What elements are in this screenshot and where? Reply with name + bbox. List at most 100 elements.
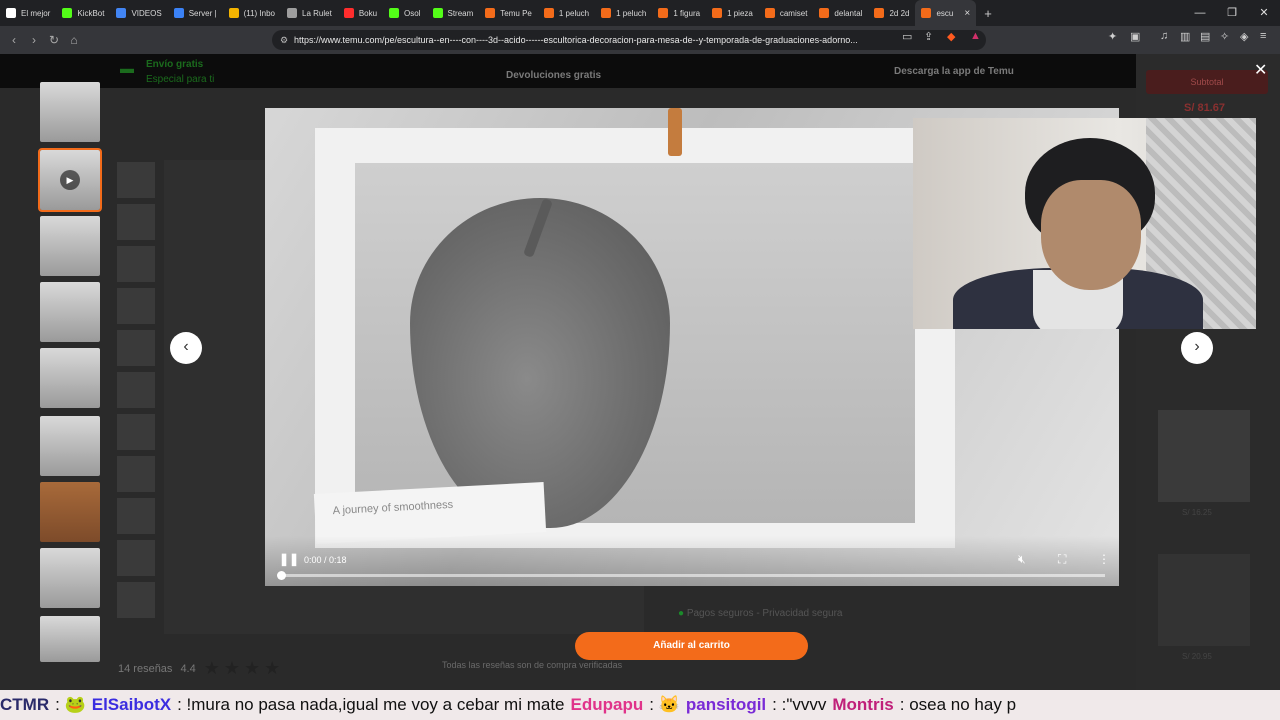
more-options-icon[interactable]: ⋮ (1098, 552, 1110, 566)
mini-thumb[interactable] (117, 204, 155, 240)
gallery-thumb[interactable] (40, 282, 100, 342)
browser-tab[interactable]: 1 pieza (706, 0, 759, 26)
leo-icon[interactable]: ✧ (1220, 30, 1229, 43)
promo-app[interactable]: Descarga la app de Temu (894, 66, 1014, 77)
tab-title: 1 figura (673, 8, 701, 18)
pause-icon[interactable]: ❚❚ (279, 552, 299, 566)
mini-thumb[interactable] (117, 456, 155, 492)
mini-thumb[interactable] (117, 162, 155, 198)
cart-item-price: S/ 16.25 (1182, 508, 1212, 517)
browser-tab[interactable]: El mejor (0, 0, 56, 26)
reload-icon[interactable]: ↻ (44, 33, 64, 47)
close-tab-icon[interactable]: × (964, 8, 970, 19)
url-field[interactable]: ⚙ https://www.temu.com/pe/escultura--en-… (272, 30, 986, 50)
mini-thumb[interactable] (117, 288, 155, 324)
gallery-thumb[interactable] (40, 82, 100, 142)
mini-thumb[interactable] (117, 246, 155, 282)
video-progress-knob[interactable] (277, 571, 286, 580)
close-modal-icon[interactable]: ✕ (1254, 60, 1267, 80)
browser-tab[interactable]: 1 peluch (595, 0, 652, 26)
browser-tab[interactable]: Server | (168, 0, 223, 26)
mini-thumb[interactable] (117, 498, 155, 534)
cart-item-image[interactable] (1158, 410, 1250, 502)
tab-title: 1 peluch (558, 8, 590, 18)
mini-thumb[interactable] (117, 372, 155, 408)
extensions-icon[interactable]: ✦ (1108, 30, 1117, 43)
subtotal-button[interactable]: Subtotal (1146, 70, 1268, 94)
tab-favicon-icon (543, 8, 554, 18)
gallery-thumb[interactable] (40, 416, 100, 476)
menu-icon[interactable]: ≡ (1260, 30, 1266, 42)
rewards-icon[interactable]: ▲ (970, 30, 981, 42)
cart-item-image[interactable] (1158, 554, 1250, 646)
tab-favicon-icon (921, 8, 932, 18)
gallery-thumb[interactable] (40, 616, 100, 662)
browser-tab-bar: El mejor KickBot VIDEOS Server | (11) Inbo La… (0, 0, 1280, 26)
mini-thumb[interactable] (117, 540, 155, 576)
maximize-icon[interactable]: ❐ (1216, 0, 1248, 26)
browser-tab[interactable]: escu × (915, 0, 977, 26)
chat-message: : osea no hay p (899, 695, 1017, 714)
rating-value: 4.4 (180, 662, 196, 675)
browser-tab[interactable]: camiset (759, 0, 814, 26)
next-arrow-icon[interactable]: › (1181, 332, 1213, 364)
mini-thumb[interactable] (117, 330, 155, 366)
browser-tab[interactable]: Osol (383, 0, 426, 26)
promo-shipping: Envío gratis (146, 59, 204, 70)
mute-icon[interactable]: 🔇︎ (1018, 552, 1026, 567)
mini-thumb[interactable] (117, 414, 155, 450)
rating-stars: ★★★★ (203, 658, 285, 678)
gallery-thumb[interactable] (40, 482, 100, 542)
chat-username: Edupapu (570, 695, 644, 714)
close-window-icon[interactable]: ✕ (1248, 0, 1280, 26)
site-info-icon[interactable]: ⚙ (280, 30, 288, 50)
tab-title: El mejor (21, 8, 51, 18)
home-icon[interactable]: ⌂ (64, 33, 84, 47)
chat-username: pansitogil (685, 695, 767, 714)
browser-tab[interactable]: 2d 2d (868, 0, 915, 26)
tab-title: KickBot (77, 8, 105, 18)
fullscreen-icon[interactable]: ⛶ (1058, 552, 1066, 567)
browser-tab[interactable]: Stream (427, 0, 480, 26)
gallery-thumb[interactable] (40, 216, 100, 276)
sidebar-icon[interactable]: ▥ (1180, 30, 1190, 43)
chat-username: ElSaibotX (91, 695, 172, 714)
mini-thumb[interactable] (117, 582, 155, 618)
cart-item-price: S/ 20.95 (1182, 652, 1212, 661)
browser-tab[interactable]: 1 peluch (538, 0, 595, 26)
music-icon[interactable]: ♫ (1160, 30, 1168, 42)
add-to-cart-button[interactable]: Añadir al carrito (575, 632, 808, 660)
gallery-thumb[interactable] (40, 548, 100, 608)
screen-icon[interactable]: ▭ (902, 30, 912, 43)
back-icon[interactable]: ‹ (4, 33, 24, 47)
promo-returns: Devoluciones gratis (506, 70, 602, 81)
browser-tab[interactable]: 1 figura (652, 0, 706, 26)
promo-shipping-sub: Especial para ti (146, 74, 215, 85)
browser-tab[interactable]: VIDEOS (110, 0, 167, 26)
wallet-icon[interactable]: ▤ (1200, 30, 1210, 43)
minimize-icon[interactable]: — (1184, 0, 1216, 26)
brave-shield-icon[interactable]: ◆ (947, 30, 955, 43)
browser-tab[interactable]: delantal (813, 0, 868, 26)
share-icon[interactable]: ⇪ (924, 30, 933, 43)
chat-message: : !mura no pasa nada,igual me voy a ceba… (177, 695, 565, 714)
tab-title: escu (936, 8, 954, 18)
prev-arrow-icon[interactable]: ‹ (170, 332, 202, 364)
browser-tab[interactable]: KickBot (56, 0, 110, 26)
browser-tab[interactable]: Boku (338, 0, 383, 26)
browser-tab[interactable]: (11) Inbo (223, 0, 281, 26)
video-progress-track[interactable] (279, 574, 1105, 577)
video-time: 0:00 / 0:18 (304, 555, 347, 565)
screenshot-icon[interactable]: ▣ (1130, 30, 1140, 43)
tab-favicon-icon (287, 8, 298, 18)
browser-tab[interactable]: Temu Pe (479, 0, 538, 26)
browser-tab[interactable]: La Rulet (281, 0, 338, 26)
tab-favicon-icon (712, 8, 723, 18)
gallery-thumb[interactable] (40, 348, 100, 408)
gallery-thumb-video[interactable]: ▶ (38, 148, 102, 212)
forward-icon[interactable]: › (24, 33, 44, 47)
new-tab-button[interactable]: + (984, 6, 992, 21)
reviews-count[interactable]: 14 reseñas (118, 663, 172, 675)
vpn-icon[interactable]: ◈ (1240, 30, 1248, 43)
play-icon: ▶ (60, 170, 80, 190)
